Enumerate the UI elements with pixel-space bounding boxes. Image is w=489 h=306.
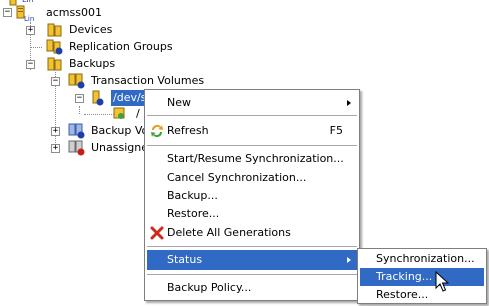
expand-backup-volumes-toggle[interactable]: + [51,127,60,136]
tree-node-transaction-volumes-label: Transaction Volumes [91,74,205,87]
submenu-arrow-icon [347,100,351,106]
submenu-arrow-icon [347,257,351,263]
partition-icon [113,107,125,119]
transaction-volumes-icon [68,73,85,89]
menu-item-refresh-label: Refresh [167,124,209,137]
menu-item-backup[interactable]: Backup... [147,186,357,206]
devices-icon [47,23,62,37]
expand-unassigned-toggle[interactable]: + [51,144,60,153]
tree-node-backups-label: Backups [69,57,116,70]
volume-icon [92,90,104,106]
menu-item-new[interactable]: New [147,93,357,113]
menu-item-refresh-shortcut: F5 [329,124,343,137]
menu-separator [147,274,357,275]
menu-item-start-resume-sync-label: Start/Resume Synchronization... [167,152,344,165]
context-menu: New Refresh F5 Start/Resume Synchronizat… [144,89,360,301]
menu-item-status[interactable]: Status [147,250,357,270]
menu-item-delete-all-generations-label: Delete All Generations [167,226,291,239]
submenu-item-tracking-label: Tracking... [376,270,433,283]
expand-devices-toggle[interactable]: + [26,26,35,35]
menu-item-cancel-sync-label: Cancel Synchronization... [167,171,307,184]
menu-item-status-label: Status [167,253,203,266]
menu-separator [147,145,357,146]
menu-item-backup-policy[interactable]: Backup Policy... [147,278,357,298]
menu-item-new-label: New [167,96,191,109]
tree-node-volume-child-label: / [136,107,140,120]
menu-item-backup-label: Backup... [167,189,218,202]
menu-separator [147,115,357,116]
replication-groups-icon [46,39,63,55]
menu-item-refresh[interactable]: Refresh F5 [147,121,357,141]
tree-node-host-label: acmss001 [46,6,102,19]
menu-item-restore-label: Restore... [167,207,220,220]
tree-node-volume-label: /dev/s [111,90,149,106]
expand-transaction-volumes-toggle[interactable]: − [51,77,60,86]
submenu-item-synchronization-label: Synchronization... [376,252,475,265]
backups-icon [47,57,62,71]
unassigned-icon [68,140,85,156]
submenu-item-restore[interactable]: Restore... [360,286,484,304]
submenu-item-tracking[interactable]: Tracking... [360,268,484,286]
menu-separator [147,246,357,247]
menu-item-delete-all-generations[interactable]: Delete All Generations [147,223,357,243]
submenu-item-restore-label: Restore... [376,288,429,301]
tree-node-replication-groups-label: Replication Groups [69,40,173,53]
refresh-icon [151,125,163,137]
submenu-item-synchronization[interactable]: Synchronization... [360,250,484,268]
delete-icon [150,226,164,240]
expand-host-toggle[interactable]: − [3,8,12,17]
status-submenu: Synchronization... Tracking... Restore..… [357,248,487,304]
menu-item-start-resume-sync[interactable]: Start/Resume Synchronization... [147,149,357,169]
menu-item-backup-policy-label: Backup Policy... [167,281,252,294]
expand-backups-toggle[interactable]: − [26,60,35,69]
menu-item-cancel-sync[interactable]: Cancel Synchronization... [147,168,357,188]
mouse-cursor-icon [435,271,449,292]
menu-item-restore[interactable]: Restore... [147,204,357,224]
backup-volumes-icon [68,123,85,139]
tree-node-devices-label: Devices [69,23,113,36]
expand-volume-toggle[interactable]: − [75,94,84,103]
